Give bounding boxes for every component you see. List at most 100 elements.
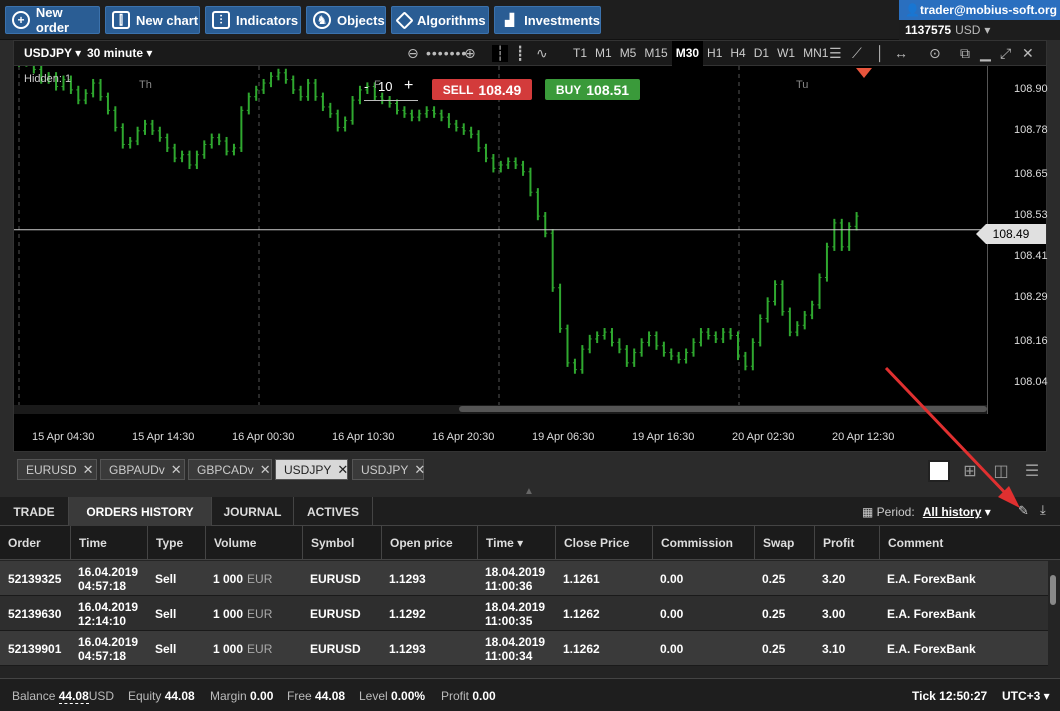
pencil-icon[interactable]: ✎ — [1018, 503, 1029, 519]
column-header[interactable]: Order — [0, 526, 70, 560]
time-tick-label: 19 Apr 06:30 — [532, 431, 595, 443]
bar-chart-icon[interactable]: ┆ — [492, 45, 509, 62]
line-chart-icon[interactable]: ∿ — [536, 45, 548, 62]
column-header[interactable]: Volume — [205, 526, 302, 560]
buy-button[interactable]: BUY 108.51 — [545, 79, 640, 100]
timeframe-selector[interactable]: 30 minute ▾ — [87, 46, 152, 60]
column-header[interactable]: Close Price — [555, 526, 652, 560]
close-icon[interactable]: ✕ — [1022, 45, 1034, 62]
timeframe-w1[interactable]: W1 — [773, 41, 799, 66]
free-status: Free 44.08 — [287, 689, 346, 703]
column-header[interactable]: Swap — [754, 526, 814, 560]
time-tick-label: 16 Apr 10:30 — [332, 431, 395, 443]
algorithms-button[interactable]: Algorithms — [391, 6, 489, 34]
grid-layout-icon[interactable]: ⊞ — [959, 460, 981, 482]
cell-commission: 0.00 — [660, 571, 684, 586]
column-header[interactable]: Symbol — [302, 526, 381, 560]
investments-button[interactable]: ▟ Investments — [494, 6, 601, 34]
minus-icon[interactable]: - — [364, 79, 368, 94]
symbol-tab-usdjpy[interactable]: USDJPY ✕ — [275, 459, 348, 480]
close-icon[interactable]: ✕ — [337, 462, 348, 478]
close-icon[interactable]: ✕ — [83, 462, 94, 478]
new-order-button[interactable]: + New order — [5, 5, 100, 35]
cell-comment: E.A. ForexBank — [887, 606, 976, 621]
symbol-tab-gbpcadv[interactable]: GBPCADv ✕ — [188, 459, 272, 480]
close-icon[interactable]: ✕ — [414, 462, 425, 478]
symbol-tabs: ⊞ ◫ ☰ EURUSD ✕ GBPAUDv ✕ GBPCADv ✕ USDJPY ✕ USDJ… — [13, 456, 1047, 484]
tab-journal[interactable]: JOURNAL — [212, 497, 294, 526]
period-filter[interactable]: ▦ Period: All history ▾ — [862, 505, 991, 519]
crosshair-icon[interactable]: ⊙ — [929, 45, 941, 62]
tab-actives[interactable]: ACTIVES — [294, 497, 373, 526]
tab-orders-history[interactable]: ORDERS HISTORY — [69, 497, 212, 526]
timeframe-h4[interactable]: H4 — [726, 41, 749, 66]
new-chart-button[interactable]: ⫿ New chart — [105, 6, 200, 34]
column-header[interactable]: Open price — [381, 526, 477, 560]
table-scrollbar[interactable] — [1050, 575, 1056, 605]
column-header[interactable]: Time — [70, 526, 147, 560]
close-icon[interactable]: ✕ — [260, 462, 271, 478]
symbol-tab-label: USDJPY — [361, 462, 409, 477]
tick-time: Tick 12:50:27 — [912, 689, 988, 703]
table-row[interactable]: 52139630 16.04.2019 12:14:10 Sell 1 000 EUR EU… — [0, 596, 1048, 631]
table-row[interactable]: 52139325 16.04.2019 04:57:18 Sell 1 000 EUR EU… — [0, 561, 1048, 596]
timeframe-t1[interactable]: T1 — [569, 41, 591, 66]
timeframe-m1[interactable]: M1 — [591, 41, 616, 66]
grid-icon[interactable]: ☰ — [829, 45, 842, 62]
time: 12:14:10 — [78, 613, 127, 628]
candle-chart-icon[interactable]: ┋ — [516, 45, 524, 62]
symbol-tab-eurusd[interactable]: EURUSD ✕ — [17, 459, 97, 480]
account-menu[interactable]: 👤trader@mobius-soft.org 1137575 USD ▾ — [899, 0, 1060, 40]
cell-volume: 1 000 EUR — [205, 631, 272, 666]
single-layout-icon[interactable] — [928, 460, 950, 482]
symbol-tab-gbpaudv[interactable]: GBPAUDv ✕ — [100, 459, 185, 480]
timeframe-mn1[interactable]: MN1 — [799, 41, 832, 66]
timezone-selector[interactable]: UTC+3 ▾ — [1002, 689, 1050, 703]
cell-commission: 0.00 — [660, 606, 684, 621]
price-tick-label: 108.41 — [1014, 250, 1048, 263]
lot-size-control[interactable]: -10 + — [364, 77, 418, 101]
timeframe-m5[interactable]: M5 — [616, 41, 641, 66]
plus-icon[interactable]: + — [404, 77, 413, 95]
zoom-slider[interactable]: ••••••• — [426, 45, 467, 61]
minimize-icon[interactable]: ▁ — [980, 45, 991, 62]
sell-button[interactable]: SELL 108.49 — [432, 79, 532, 100]
objects-button[interactable]: ♞ Objects — [306, 6, 386, 34]
timeframe-h1[interactable]: H1 — [703, 41, 726, 66]
popout-icon[interactable]: ⧉ — [960, 45, 970, 62]
time-tick-label: 15 Apr 14:30 — [132, 431, 195, 443]
download-icon[interactable]: ⤓ — [1040, 502, 1046, 518]
column-header[interactable]: Profit — [814, 526, 879, 560]
timeframe-d1[interactable]: D1 — [750, 41, 773, 66]
vertical-line-icon[interactable]: │ — [876, 45, 885, 61]
column-header[interactable]: Commission — [652, 526, 754, 560]
indicators-button[interactable]: ⫶ Indicators — [205, 6, 301, 34]
maximize-icon[interactable]: ⤢ — [1000, 45, 1011, 62]
column-header[interactable]: Type — [147, 526, 205, 560]
cell-open: 1.1293 — [389, 571, 426, 586]
horizontal-line-icon[interactable]: ↔ — [894, 45, 908, 61]
symbol-selector[interactable]: USDJPY ▾ — [24, 46, 81, 60]
panel-collapse-icon[interactable]: ▲ — [524, 486, 534, 497]
timeframe-m15[interactable]: M15 — [640, 41, 671, 66]
symbol-tab-label: GBPAUDv — [109, 462, 165, 477]
cell-comment: E.A. ForexBank — [887, 571, 976, 586]
zoom-out-icon[interactable]: ⊖ — [407, 45, 419, 62]
volume-value: 1 000 — [213, 606, 244, 621]
split-horizontal-icon[interactable]: ☰ — [1021, 460, 1043, 482]
price-chart[interactable]: Th F Tu — [14, 66, 987, 414]
split-vertical-icon[interactable]: ◫ — [990, 460, 1012, 482]
date: 18.04.2019 — [485, 599, 546, 614]
cell-symbol: EURUSD — [310, 571, 361, 586]
zoom-in-icon[interactable]: ⊕ — [464, 45, 476, 62]
symbol-tab-usdjpy[interactable]: USDJPY ✕ — [352, 459, 425, 480]
column-header[interactable]: Time ▾ — [477, 526, 555, 560]
timeframe-m30[interactable]: M30 — [671, 41, 704, 66]
close-icon[interactable]: ✕ — [171, 462, 182, 478]
trend-line-icon[interactable]: ⟋ — [852, 45, 862, 62]
date: 18.04.2019 — [485, 564, 546, 579]
column-header[interactable]: Comment — [879, 526, 1048, 560]
table-row[interactable]: 52139901 16.04.2019 04:57:18 Sell 1 000 EUR EU… — [0, 631, 1048, 666]
time: 11:00:35 — [485, 613, 533, 628]
tab-trade[interactable]: TRADE — [0, 497, 69, 526]
